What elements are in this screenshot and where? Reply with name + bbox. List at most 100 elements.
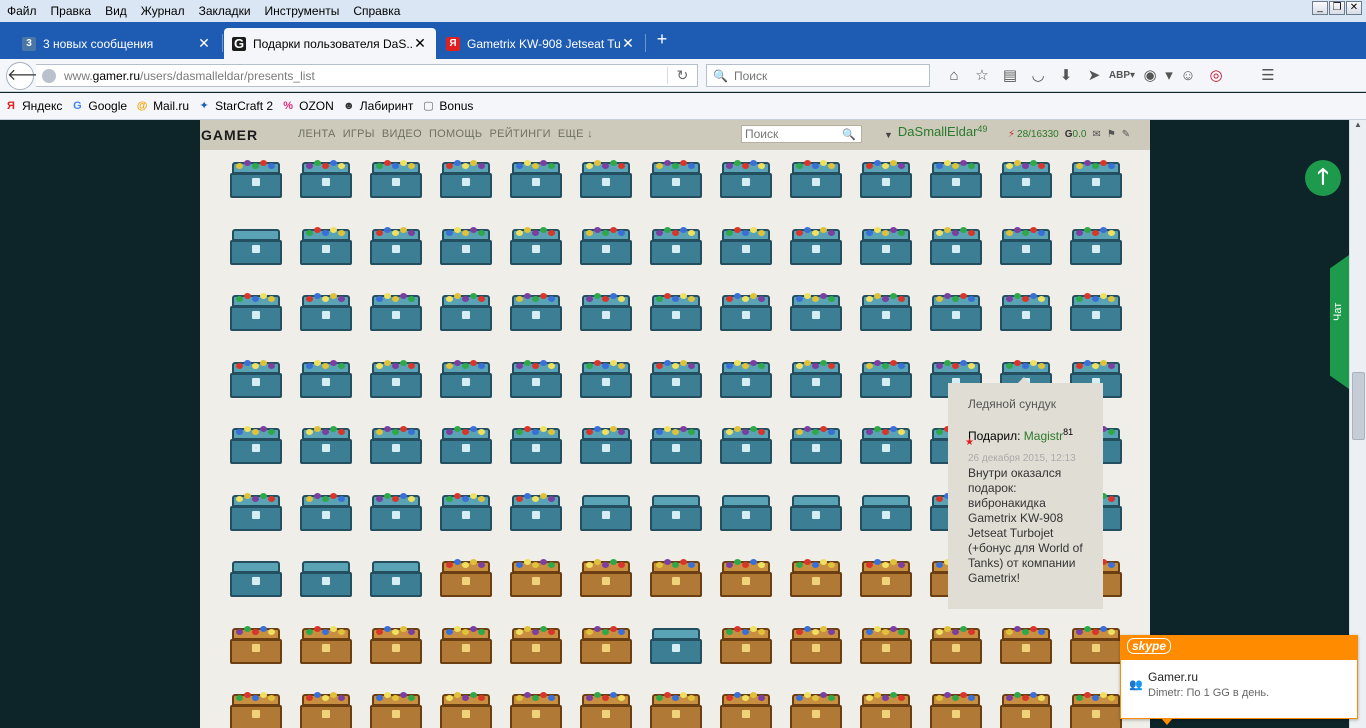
ice-chest-gift[interactable] <box>440 359 492 398</box>
ice-chest-gift[interactable] <box>650 626 702 664</box>
ice-chest-gift[interactable] <box>1070 293 1122 331</box>
ice-chest-gift[interactable] <box>440 492 492 531</box>
ice-chest-gift[interactable] <box>790 426 842 464</box>
downloads-icon[interactable]: ⬇ <box>1052 65 1080 87</box>
flag-icon[interactable]: ⚑ <box>1107 129 1116 140</box>
wood-chest-gift[interactable] <box>300 625 352 664</box>
bookmark-item[interactable]: G Google <box>70 99 127 113</box>
url-text[interactable]: www.gamer.ru/users/dasmalleldar/presents… <box>64 69 667 83</box>
ice-chest-gift[interactable] <box>230 160 282 198</box>
ice-chest-gift[interactable] <box>370 492 422 531</box>
ice-chest-gift[interactable] <box>370 559 422 597</box>
address-bar[interactable]: www.gamer.ru/users/dasmalleldar/presents… <box>36 64 698 87</box>
ice-chest-gift[interactable] <box>650 359 702 398</box>
bookmark-item[interactable]: @ Mail.ru <box>135 99 189 113</box>
wood-chest-gift[interactable] <box>580 559 632 597</box>
pin-icon[interactable]: ✎ <box>1122 129 1130 140</box>
close-tab-icon[interactable]: ✕ <box>412 35 428 52</box>
bookmark-item[interactable]: % OZON <box>281 99 334 113</box>
close-tab-icon[interactable]: ✕ <box>196 35 212 52</box>
wood-chest-gift[interactable] <box>1070 625 1122 664</box>
scroll-to-top-button[interactable]: 🡑 <box>1305 160 1341 196</box>
menu-item[interactable]: Правка <box>44 0 99 22</box>
ice-chest-gift[interactable] <box>440 160 492 198</box>
ice-chest-gift[interactable] <box>1070 160 1122 198</box>
ice-chest-gift[interactable] <box>860 426 912 464</box>
send-icon[interactable]: ➤ <box>1080 65 1108 87</box>
bookmark-item[interactable]: ▢ Bonus <box>421 99 473 113</box>
tab-messages[interactable]: 3 3 новых сообщения ✕ <box>14 28 220 59</box>
globe-addon-icon[interactable]: ◉ <box>1136 65 1164 87</box>
site-logo[interactable]: GAMER <box>201 127 258 143</box>
ice-chest-gift[interactable] <box>230 492 282 531</box>
ice-chest-gift[interactable] <box>650 493 702 531</box>
new-tab-button[interactable]: + <box>652 29 672 49</box>
ice-chest-gift[interactable] <box>720 160 772 198</box>
tab-gifts[interactable]: G Подарки пользователя DaS... ✕ <box>224 28 436 59</box>
minimize-button[interactable]: _ <box>1312 1 1328 15</box>
menu-item[interactable]: Закладки <box>192 0 258 22</box>
mail-icon[interactable]: ✉ <box>1092 129 1100 140</box>
wood-chest-gift[interactable] <box>720 559 772 597</box>
wood-chest-gift[interactable] <box>650 692 702 728</box>
ice-chest-gift[interactable] <box>580 160 632 198</box>
ice-chest-gift[interactable] <box>860 160 912 198</box>
ice-chest-gift[interactable] <box>230 293 282 331</box>
ice-chest-gift[interactable] <box>510 226 562 265</box>
ice-chest-gift[interactable] <box>300 492 352 531</box>
ice-chest-gift[interactable] <box>720 359 772 398</box>
site-search-box[interactable]: 🔍 <box>741 125 862 143</box>
ice-chest-gift[interactable] <box>230 426 282 464</box>
opera-addon-icon[interactable]: ◎ <box>1202 65 1230 87</box>
wood-chest-gift[interactable] <box>580 625 632 664</box>
ice-chest-gift[interactable] <box>510 492 562 531</box>
ice-chest-gift[interactable] <box>580 293 632 331</box>
menu-item[interactable]: Файл <box>0 0 44 22</box>
wood-chest-gift[interactable] <box>720 692 772 728</box>
site-nav-item[interactable]: ЛЕНТА <box>298 128 336 140</box>
wood-chest-gift[interactable] <box>440 625 492 664</box>
menu-item[interactable]: Вид <box>98 0 134 22</box>
site-nav-item[interactable]: ВИДЕО <box>382 128 422 140</box>
reload-icon[interactable]: ↻ <box>667 67 697 84</box>
wood-chest-gift[interactable] <box>790 692 842 728</box>
site-search-input[interactable] <box>742 127 842 141</box>
site-nav-item[interactable]: РЕЙТИНГИ <box>489 128 550 140</box>
search-icon[interactable]: 🔍 <box>842 128 856 141</box>
home-icon[interactable]: ⌂ <box>940 65 968 87</box>
ice-chest-gift[interactable] <box>790 359 842 398</box>
ice-chest-gift[interactable] <box>650 160 702 198</box>
wood-chest-gift[interactable] <box>230 625 282 664</box>
wood-chest-gift[interactable] <box>1000 692 1052 728</box>
menu-item[interactable]: Справка <box>346 0 407 22</box>
browser-search-box[interactable]: 🔍 <box>706 64 930 87</box>
wood-chest-gift[interactable] <box>300 692 352 728</box>
wood-chest-gift[interactable] <box>860 692 912 728</box>
ice-chest-gift[interactable] <box>370 359 422 398</box>
username[interactable]: DaSmallEldar <box>898 124 977 139</box>
ice-chest-gift[interactable] <box>720 493 772 531</box>
ice-chest-gift[interactable] <box>790 493 842 531</box>
ice-chest-gift[interactable] <box>580 226 632 265</box>
site-nav-item[interactable]: ЕЩЕ ↓ <box>558 128 593 140</box>
scrollbar-thumb[interactable] <box>1352 372 1365 440</box>
ice-chest-gift[interactable] <box>510 426 562 464</box>
wood-chest-gift[interactable] <box>510 625 562 664</box>
ice-chest-gift[interactable] <box>300 293 352 331</box>
ice-chest-gift[interactable] <box>790 226 842 265</box>
skype-notification[interactable]: skype 👥 Gamer.ru Dimetr: По 1 GG в день. <box>1120 635 1358 725</box>
ice-chest-gift[interactable] <box>720 426 772 464</box>
ice-chest-gift[interactable] <box>1000 160 1052 198</box>
ice-chest-gift[interactable] <box>510 160 562 198</box>
wood-chest-gift[interactable] <box>650 559 702 597</box>
ice-chest-gift[interactable] <box>510 293 562 331</box>
ice-chest-gift[interactable] <box>580 426 632 464</box>
menu-item[interactable]: Инструменты <box>258 0 347 22</box>
ice-chest-gift[interactable] <box>440 293 492 331</box>
scroll-up-icon[interactable]: ▲ <box>1350 120 1366 134</box>
ice-chest-gift[interactable] <box>230 227 282 265</box>
wood-chest-gift[interactable] <box>230 692 282 728</box>
bookmark-star-icon[interactable]: ☆ <box>968 65 996 87</box>
ice-chest-gift[interactable] <box>300 359 352 398</box>
ice-chest-gift[interactable] <box>370 226 422 265</box>
